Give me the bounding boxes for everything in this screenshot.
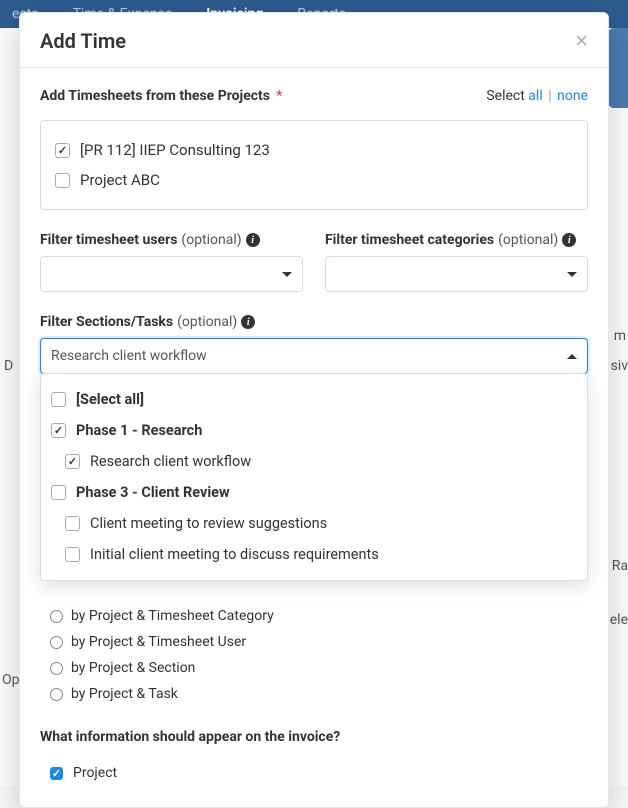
optional-text: (optional) — [181, 232, 241, 248]
projects-label: Add Timesheets from these Projects * — [40, 88, 282, 104]
radio-button[interactable] — [50, 636, 63, 649]
section-checkbox[interactable] — [51, 485, 66, 500]
section-option[interactable]: Research client workflow — [51, 446, 577, 477]
radio-option[interactable]: by Project & Section — [50, 655, 588, 681]
filter-sections-dropdown[interactable]: Research client workflow — [40, 338, 588, 374]
chevron-down-icon — [567, 272, 577, 277]
info-check-row[interactable]: Project — [50, 759, 588, 787]
radio-option[interactable]: by Project & Timesheet Category — [50, 603, 588, 629]
filter-sections-text: Filter Sections/Tasks — [40, 314, 173, 330]
modal-body: Add Timesheets from these Projects * Sel… — [20, 68, 608, 807]
info-check-label: Project — [73, 765, 117, 781]
info-icon[interactable]: i — [246, 233, 260, 247]
select-links: Select all | none — [486, 88, 588, 104]
section-option[interactable]: Phase 1 - Research — [51, 415, 577, 446]
optional-text: (optional) — [177, 314, 237, 330]
filter-users-label: Filter timesheet users (optional) i — [40, 232, 303, 248]
filter-categories-label: Filter timesheet categories (optional) i — [325, 232, 588, 248]
sections-dropdown-panel: [Select all] Phase 1 - Research Research… — [40, 373, 588, 581]
project-checkbox[interactable] — [55, 143, 70, 158]
section-option[interactable]: Initial client meeting to discuss requir… — [51, 539, 577, 570]
radio-button[interactable] — [50, 688, 63, 701]
select-none-link[interactable]: none — [557, 88, 588, 104]
dropdown-value: Research client workflow — [51, 348, 207, 364]
section-label: Research client workflow — [90, 453, 251, 470]
select-all-link[interactable]: all — [528, 88, 542, 104]
info-icon[interactable]: i — [241, 315, 255, 329]
section-label: Initial client meeting to discuss requir… — [90, 546, 379, 563]
info-question: What information should appear on the in… — [40, 729, 588, 745]
info-icon[interactable]: i — [562, 233, 576, 247]
section-option[interactable]: [Select all] — [51, 384, 577, 415]
project-label: Project ABC — [80, 171, 160, 189]
modal-header: Add Time × — [20, 13, 608, 68]
modal-overlay: Add Time × Add Timesheets from these Pro… — [0, 0, 628, 786]
radio-label: by Project & Section — [71, 660, 195, 676]
info-checkbox[interactable] — [50, 767, 63, 780]
section-option[interactable]: Client meeting to review suggestions — [51, 508, 577, 539]
project-checkbox[interactable] — [55, 173, 70, 188]
section-checkbox[interactable] — [51, 392, 66, 407]
optional-text: (optional) — [498, 232, 558, 248]
projects-label-text: Add Timesheets from these Projects — [40, 88, 270, 104]
section-label: Client meeting to review suggestions — [90, 515, 327, 532]
radio-label: by Project & Task — [71, 686, 178, 702]
section-checkbox[interactable] — [65, 516, 80, 531]
section-checkbox[interactable] — [51, 423, 66, 438]
section-label: Phase 3 - Client Review — [76, 484, 230, 501]
section-label: Phase 1 - Research — [76, 422, 202, 439]
chevron-down-icon — [282, 272, 292, 277]
radio-label: by Project & Timesheet Category — [71, 608, 274, 624]
filter-users-dropdown[interactable] — [40, 256, 303, 292]
grouping-radio-group: by Project & Timesheet Category by Proje… — [40, 603, 588, 707]
project-row[interactable]: [PR 112] IIEP Consulting 123 — [55, 135, 573, 165]
filter-users-text: Filter timesheet users — [40, 232, 177, 248]
radio-button[interactable] — [50, 662, 63, 675]
required-asterisk: * — [276, 88, 282, 104]
radio-option[interactable]: by Project & Timesheet User — [50, 629, 588, 655]
radio-option[interactable]: by Project & Task — [50, 681, 588, 707]
add-time-modal: Add Time × Add Timesheets from these Pro… — [19, 12, 609, 808]
section-label: [Select all] — [76, 391, 144, 408]
chevron-up-icon — [567, 354, 577, 359]
section-checkbox[interactable] — [65, 547, 80, 562]
projects-box: [PR 112] IIEP Consulting 123 Project ABC — [40, 120, 588, 210]
radio-label: by Project & Timesheet User — [71, 634, 246, 650]
filter-categories-dropdown[interactable] — [325, 256, 588, 292]
project-label: [PR 112] IIEP Consulting 123 — [80, 141, 270, 159]
filter-categories-text: Filter timesheet categories — [325, 232, 494, 248]
section-checkbox[interactable] — [65, 454, 80, 469]
separator: | — [548, 88, 551, 104]
filter-sections-label: Filter Sections/Tasks (optional) i — [40, 314, 588, 330]
radio-button[interactable] — [50, 610, 63, 623]
section-option[interactable]: Phase 3 - Client Review — [51, 477, 577, 508]
close-button[interactable]: × — [575, 30, 588, 52]
project-row[interactable]: Project ABC — [55, 165, 573, 195]
modal-title: Add Time — [40, 29, 126, 53]
select-text: Select — [486, 88, 524, 104]
